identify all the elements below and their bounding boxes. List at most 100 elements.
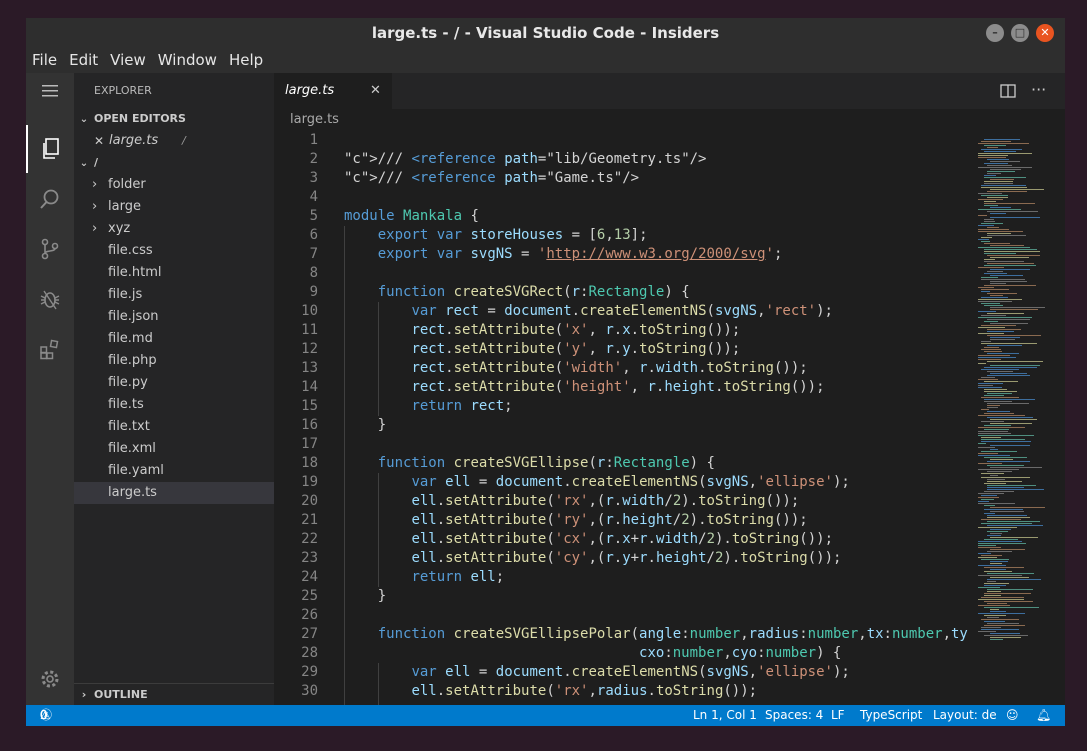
- minimap-line: [987, 263, 1034, 264]
- file-item[interactable]: file.json: [74, 306, 274, 328]
- minimap-line: [984, 203, 1035, 204]
- line-number: 30: [301, 683, 318, 699]
- minimap-line: [984, 221, 995, 222]
- file-item[interactable]: file.txt: [74, 416, 274, 438]
- settings-gear-icon[interactable]: [26, 655, 74, 703]
- minimap-line: [978, 143, 1029, 144]
- minimap-line: [987, 481, 1022, 482]
- file-item[interactable]: file.js: [74, 284, 274, 306]
- debug-icon[interactable]: [26, 275, 74, 323]
- search-icon[interactable]: [26, 175, 74, 223]
- file-item[interactable]: file.ts: [74, 394, 274, 416]
- folder-item[interactable]: › folder: [74, 174, 274, 196]
- line-number: 7: [309, 246, 318, 262]
- minimap-line: [984, 395, 1004, 396]
- minimap-line: [981, 523, 1032, 524]
- minimap[interactable]: [968, 131, 1065, 705]
- file-item[interactable]: file.yaml: [74, 460, 274, 482]
- file-item[interactable]: file.py: [74, 372, 274, 394]
- minimap-line: [978, 359, 1001, 360]
- hamburger-menu-icon[interactable]: [26, 73, 74, 109]
- minimap-line: [990, 569, 1006, 570]
- minimap-line: [990, 633, 1020, 634]
- minimap-line: [987, 375, 1030, 376]
- minimap-line: [981, 291, 990, 292]
- explorer-icon[interactable]: [26, 125, 74, 173]
- outline-section[interactable]: › OUTLINE: [74, 683, 274, 706]
- minimap-line: [978, 379, 998, 380]
- code-line: cxo:number,cyo:number) {: [639, 645, 842, 661]
- menu-view[interactable]: View: [104, 48, 152, 73]
- minimap-line: [984, 145, 1006, 146]
- minimap-line: [984, 261, 1024, 262]
- code-line: ell.setAttribute('cx',(r.x+r.width/2).to…: [411, 531, 834, 547]
- file-item-selected[interactable]: large.ts: [74, 482, 274, 504]
- split-editor-icon[interactable]: [1000, 83, 1016, 103]
- minimap-line: [981, 441, 1031, 442]
- close-tab-icon[interactable]: ✕: [370, 73, 381, 109]
- minimap-line: [978, 209, 1021, 210]
- line-number: 24: [301, 569, 318, 585]
- minimap-line: [987, 487, 1024, 488]
- code-line: var rect = document.createElementNS(svgN…: [411, 303, 833, 319]
- minimap-line: [984, 265, 1036, 266]
- menu-window[interactable]: Window: [152, 48, 223, 73]
- explorer-title: EXPLORER: [94, 84, 152, 97]
- minimap-line: [990, 339, 1015, 340]
- minimap-line: [984, 491, 1014, 492]
- line-number: 26: [301, 607, 318, 623]
- close-editor-icon[interactable]: ✕: [94, 130, 104, 152]
- notifications-bell-icon[interactable]: 🔔︎: [1036, 705, 1051, 726]
- extensions-icon[interactable]: [26, 325, 74, 373]
- minimap-line: [990, 307, 1045, 308]
- open-editors-section[interactable]: ⌄ OPEN EDITORS: [74, 108, 274, 130]
- menu-edit[interactable]: Edit: [63, 48, 104, 73]
- folder-item[interactable]: › xyz: [74, 218, 274, 240]
- file-item[interactable]: file.md: [74, 328, 274, 350]
- minimap-line: [978, 231, 1023, 232]
- maximize-icon[interactable]: □: [1011, 24, 1029, 42]
- file-item[interactable]: file.xml: [74, 438, 274, 460]
- end-of-line[interactable]: LF: [831, 705, 845, 726]
- minimap-line: [990, 217, 1040, 218]
- minimap-line: [984, 483, 1006, 484]
- minimap-line: [984, 425, 1011, 426]
- minimap-line: [990, 639, 1003, 640]
- cursor-position[interactable]: Ln 1, Col 1: [693, 705, 757, 726]
- feedback-smiley-icon[interactable]: ☺: [1006, 705, 1019, 726]
- keyboard-layout[interactable]: Layout: de: [933, 705, 997, 726]
- minimap-line: [978, 301, 1012, 302]
- chevron-right-icon: ›: [81, 688, 87, 701]
- line-number: 8: [309, 265, 318, 281]
- code-editor[interactable]: 1 2 3 4 5 6 7 8 9 10 11 12 13 14 15 16 1…: [274, 131, 969, 705]
- language-mode[interactable]: TypeScript: [860, 705, 922, 726]
- minimap-line: [981, 451, 1017, 452]
- minimize-icon[interactable]: –: [986, 24, 1004, 42]
- minimap-line: [987, 393, 1012, 394]
- minimap-line: [978, 239, 989, 240]
- file-item[interactable]: file.css: [74, 240, 274, 262]
- menu-file[interactable]: File: [26, 48, 63, 73]
- close-icon[interactable]: ✕: [1036, 24, 1054, 42]
- source-control-icon[interactable]: [26, 225, 74, 273]
- minimap-line: [984, 219, 994, 220]
- minimap-line: [978, 215, 987, 216]
- root-folder-section[interactable]: ⌄ /: [74, 152, 274, 174]
- minimap-line: [978, 443, 986, 444]
- minimap-line: [978, 415, 1025, 416]
- menu-help[interactable]: Help: [223, 48, 269, 73]
- line-number: 23: [301, 550, 318, 566]
- minimap-line: [978, 575, 1022, 576]
- more-actions-icon[interactable]: ···: [1031, 80, 1046, 99]
- editor-area: large.ts ✕ ··· large.ts 1 2 3 4 5 6 7 8 …: [274, 73, 1065, 705]
- minimap-line: [978, 469, 1019, 470]
- indentation-setting[interactable]: Spaces: 4: [765, 705, 823, 726]
- file-item[interactable]: file.php: [74, 350, 274, 372]
- code-line: "c">/// <reference path="lib/Geometry.ts…: [344, 151, 707, 167]
- file-item[interactable]: file.html: [74, 262, 274, 284]
- minimap-line: [981, 629, 1019, 630]
- minimap-line: [990, 511, 1024, 512]
- open-editor-item[interactable]: ✕ large.ts /: [74, 130, 274, 152]
- tab-large-ts[interactable]: large.ts ✕: [274, 73, 392, 109]
- folder-item[interactable]: › large: [74, 196, 274, 218]
